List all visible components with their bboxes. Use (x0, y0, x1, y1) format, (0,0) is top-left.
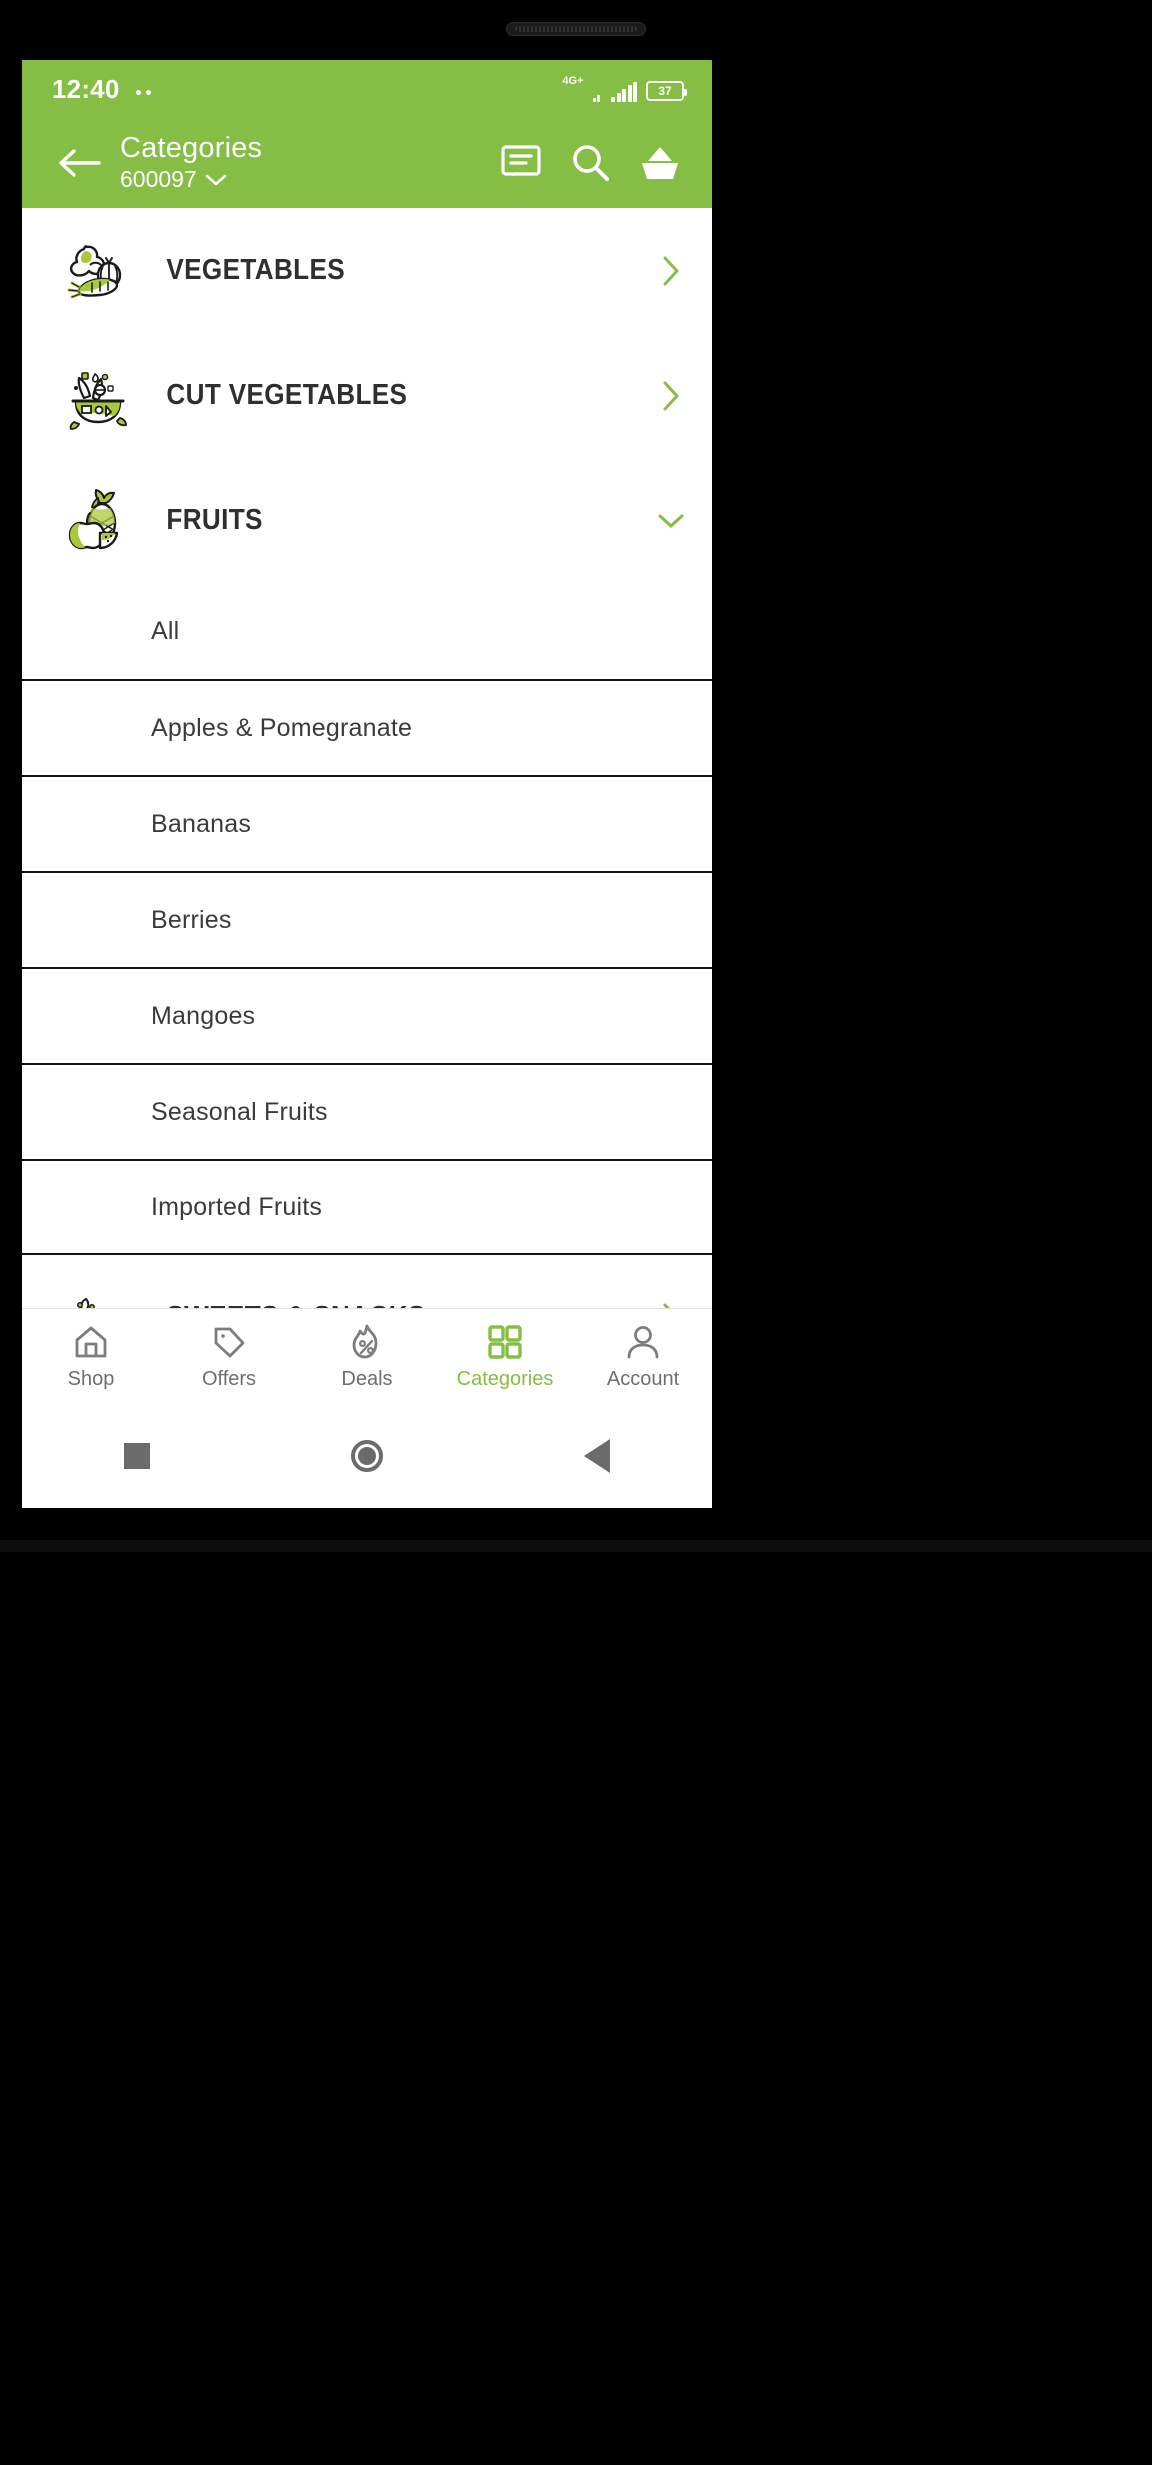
subcategory-row[interactable]: Mangoes (22, 967, 712, 1063)
nav-label: Shop (67, 1368, 115, 1390)
bottom-navigation: Shop Offers Deals Categories Account (22, 1308, 712, 1404)
network-type-label: 4G+ (562, 75, 584, 87)
subcategory-label: Apples & Pomegranate (151, 713, 413, 742)
nav-item-categories[interactable]: Categories (436, 1322, 574, 1391)
battery-percent-label: 37 (658, 84, 672, 98)
cut-vegetables-icon (62, 360, 134, 432)
chevron-right-icon (654, 380, 688, 412)
basket-button[interactable] (638, 143, 682, 183)
nav-label: Deals (341, 1368, 393, 1390)
home-button[interactable] (327, 1426, 407, 1486)
earpiece-speaker (506, 22, 646, 36)
nav-item-deals[interactable]: Deals (298, 1322, 436, 1391)
circle-icon (351, 1440, 383, 1472)
page-title: Categories (120, 131, 263, 164)
status-bar-right: 4G+ 37 (562, 75, 687, 102)
battery-icon: 37 (646, 81, 687, 101)
category-row-cut-vegetables[interactable]: CUT VEGETABLES (22, 333, 712, 458)
grid-icon (488, 1325, 522, 1359)
arrow-left-icon (59, 149, 101, 177)
search-button[interactable] (570, 143, 610, 183)
chevron-right-icon (654, 255, 688, 287)
subcategory-row[interactable]: Imported Fruits (22, 1159, 712, 1255)
person-icon (627, 1326, 659, 1359)
category-label: FRUITS (166, 504, 263, 536)
basket-icon (642, 147, 678, 179)
subcategory-row[interactable]: All (22, 583, 712, 679)
subcategory-row[interactable]: Seasonal Fruits (22, 1063, 712, 1159)
phone-device: 12:40 4G+ 37 Categories 600097 VEGETABLE… (0, 0, 1152, 2465)
app-bar-actions (500, 143, 686, 183)
android-system-navigation (22, 1404, 712, 1508)
phone-screen: 12:40 4G+ 37 Categories 600097 VEGETABLE… (22, 60, 712, 1508)
category-row-fruits[interactable]: FRUITS (22, 458, 712, 583)
back-button[interactable] (557, 1426, 637, 1486)
notification-dots-icon (135, 84, 151, 95)
subcategory-label: Seasonal Fruits (151, 1097, 328, 1126)
category-list: VEGETABLES CUT VEGETABLES FRUITS All App… (22, 208, 712, 1380)
nav-item-shop[interactable]: Shop (22, 1322, 160, 1391)
nav-label: Account (606, 1368, 680, 1390)
nav-label: Categories (456, 1368, 554, 1390)
recent-apps-button[interactable] (97, 1426, 177, 1486)
nav-item-offers[interactable]: Offers (160, 1322, 298, 1391)
category-label: CUT VEGETABLES (166, 379, 408, 411)
app-bar: Categories 600097 (22, 118, 712, 208)
subcategory-label: Bananas (151, 809, 252, 838)
subcategory-row[interactable]: Apples & Pomegranate (22, 679, 712, 775)
pincode-selector[interactable]: 600097 (120, 166, 227, 193)
nav-label: Offers (201, 1368, 257, 1390)
chat-icon (501, 145, 541, 176)
square-icon (124, 1443, 150, 1469)
category-row-vegetables[interactable]: VEGETABLES (22, 208, 712, 333)
subcategory-label: Mangoes (151, 1001, 256, 1030)
chevron-down-icon (205, 174, 227, 186)
device-bottom-bezel (0, 1540, 1152, 1552)
tag-icon (214, 1327, 245, 1358)
triangle-left-icon (584, 1439, 610, 1473)
subcategory-label: All (151, 616, 180, 645)
subcategory-list-fruits: All Apples & Pomegranate Bananas Berries… (22, 583, 712, 1255)
back-button[interactable] (52, 136, 106, 190)
signal-strength-secondary-icon (592, 82, 600, 102)
signal-strength-icon (611, 82, 637, 102)
flame-percent-icon (352, 1324, 378, 1359)
status-bar-left: 12:40 (52, 74, 151, 105)
nav-item-account[interactable]: Account (574, 1322, 712, 1391)
chat-button[interactable] (500, 144, 542, 182)
status-bar: 12:40 4G+ 37 (22, 60, 712, 118)
app-bar-titles: Categories 600097 (106, 131, 500, 193)
category-label: VEGETABLES (166, 254, 345, 286)
subcategory-row[interactable]: Berries (22, 871, 712, 967)
status-bar-clock: 12:40 (52, 73, 120, 104)
chevron-down-icon (654, 511, 688, 531)
fruits-icon (62, 485, 134, 557)
vegetables-icon (62, 235, 134, 307)
search-icon (573, 145, 609, 181)
subcategory-label: Berries (151, 905, 232, 934)
pincode-label: 600097 (120, 166, 197, 193)
subcategory-label: Imported Fruits (151, 1192, 323, 1221)
home-icon (75, 1326, 107, 1358)
subcategory-row[interactable]: Bananas (22, 775, 712, 871)
